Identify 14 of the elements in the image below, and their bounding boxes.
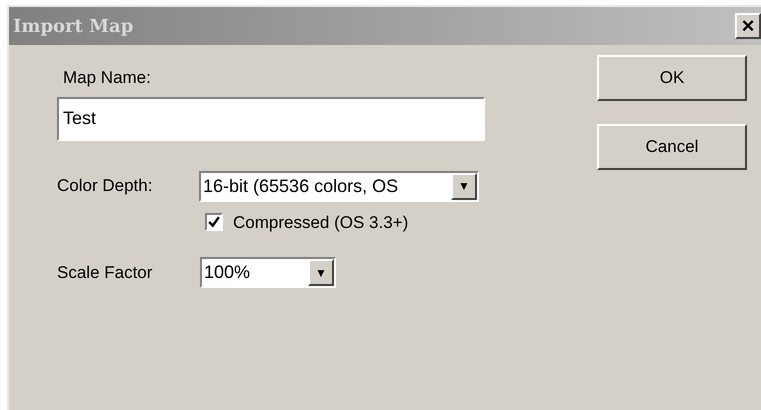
dropdown[interactable]: 16-bit (65536 colors, OS ▼ xyxy=(199,170,479,202)
caret-icon: ▼ xyxy=(308,259,334,286)
caret-icon: ▼ xyxy=(451,172,477,200)
dropdown[interactable]: 100% ▼ xyxy=(200,257,336,288)
dialog-button[interactable]: OK xyxy=(597,55,747,101)
field-label: Color Depth: xyxy=(57,175,154,198)
field-label: Scale Factor xyxy=(57,262,154,284)
window-title: Import Map xyxy=(13,14,134,38)
checkbox[interactable] xyxy=(205,213,223,232)
dialog-button[interactable]: Cancel xyxy=(597,124,747,170)
checkbox-label: Compressed (OS 3.3+) xyxy=(233,212,408,234)
field-label: Map Name: xyxy=(63,67,152,89)
close-button[interactable]: × xyxy=(735,13,761,39)
input-field[interactable]: Test xyxy=(57,96,485,140)
